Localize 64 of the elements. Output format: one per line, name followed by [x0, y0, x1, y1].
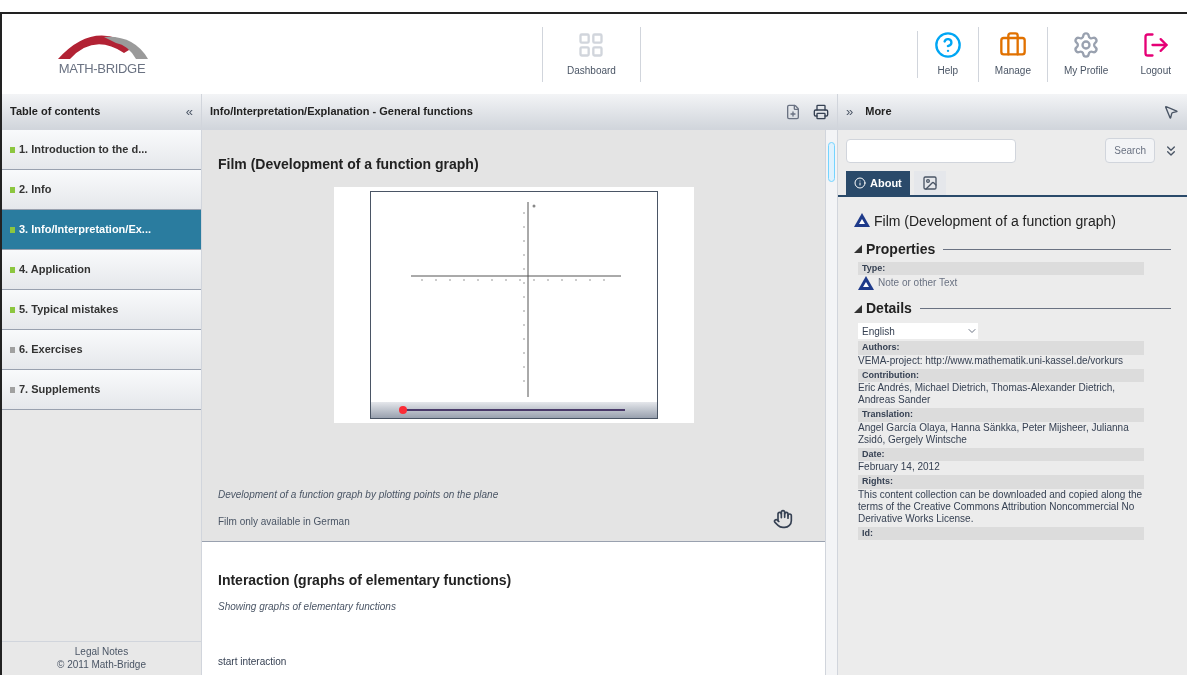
add-page-icon[interactable] [785, 103, 801, 120]
expanded-triangle-icon[interactable] [854, 304, 862, 313]
field-label: Contribution: [858, 368, 1144, 382]
nav-button[interactable]: Help [917, 26, 979, 82]
field-label: Translation: [858, 408, 1144, 422]
logo-text: MATH-BRIDGE [58, 60, 146, 79]
panel-title: Info/Interpretation/Explanation - General functions [210, 104, 473, 120]
briefcase-icon [998, 30, 1027, 59]
toc-item[interactable]: 6. Exercises [2, 330, 201, 370]
collapse-button[interactable]: « [185, 101, 193, 122]
pointer-icon [1163, 103, 1179, 120]
logout-icon [1141, 30, 1170, 59]
tab[interactable]: About [846, 171, 910, 195]
section-note: Film only available in German [218, 515, 350, 529]
search-button[interactable]: Search [1105, 138, 1155, 163]
field-value: This content collection can be downloaded and copied along the terms of the Creative Commons Attribution Noncommercial No Derivative Works License. [858, 488, 1144, 525]
nav-button[interactable]: Dashboard [542, 26, 641, 82]
toc-item[interactable]: 2. Info [2, 170, 201, 210]
field-label: Date: [858, 447, 1144, 461]
field-label: Type: [858, 261, 1144, 275]
field-value: February 14, 2012 [858, 461, 941, 473]
nav-button[interactable]: Manage [978, 26, 1048, 82]
toc-item[interactable]: 1. Introduction to the d... [2, 130, 201, 170]
language-select[interactable]: English [858, 323, 978, 339]
legal-notes-link[interactable]: Legal Notes [2, 646, 201, 659]
search-field[interactable] [846, 138, 1016, 163]
field-value: Note or other Text [878, 276, 958, 290]
toc-item[interactable]: 7. Supplements [2, 370, 201, 410]
field-value: Angel García Olaya, Hanna Sänkka, Peter Mijsheer, Julianna Zsidó, Gergely Wintsche [858, 421, 1130, 446]
expanded-triangle-icon[interactable] [854, 245, 862, 253]
nav-button[interactable]: My Profile [1047, 26, 1125, 82]
gear-icon [1072, 30, 1101, 59]
section-title: Film (Development of a function graph) [218, 155, 480, 174]
section-caption: Development of a function graph by plotting points on the plane [218, 488, 500, 502]
panel-title: More [865, 104, 892, 120]
panel-title: Table of contents [10, 104, 101, 120]
info-icon [854, 177, 866, 189]
field-label: Id: [858, 526, 1144, 540]
field-value: Eric Andrés, Michael Dietrich, Thomas-Alexander Dietrich, Andreas Sander [858, 382, 1117, 406]
section-title: Interaction (graphs of elementary functions) [218, 571, 513, 590]
item-title: Film (Development of a function graph) [874, 213, 1116, 231]
section-caption: Showing graphs of elementary functions [218, 600, 397, 614]
section-heading: Details [866, 299, 912, 318]
toc-item[interactable]: 4. Application [2, 250, 201, 290]
field-label: Rights: [858, 475, 1144, 489]
triangle-logo-icon [854, 213, 870, 227]
section-heading: Properties [866, 239, 936, 259]
player-control-bar[interactable] [370, 402, 657, 418]
start-interaction-link[interactable]: start interaction [218, 654, 809, 669]
hand-cursor-icon [773, 509, 793, 529]
scrollbar[interactable] [825, 130, 837, 675]
nav-button[interactable]: Logout [1124, 26, 1187, 82]
picture-tab[interactable] [913, 171, 946, 195]
grid-icon [577, 30, 606, 59]
expand-button[interactable]: » [846, 101, 854, 122]
field-value: VEMA-project: http://www.mathematik.uni-kassel.de/vorkurs [858, 354, 1125, 367]
toc-item[interactable]: 3. Info/Interpretation/Ex... [2, 210, 201, 250]
field-label: Authors: [858, 341, 1144, 355]
toc-item[interactable]: 5. Typical mistakes [2, 290, 201, 330]
print-icon[interactable] [813, 103, 829, 120]
help-icon [933, 30, 962, 59]
image-icon [921, 175, 938, 191]
copyright-text: © 2011 Math-Bridge [56, 658, 147, 671]
triangle-logo-icon [858, 275, 874, 290]
